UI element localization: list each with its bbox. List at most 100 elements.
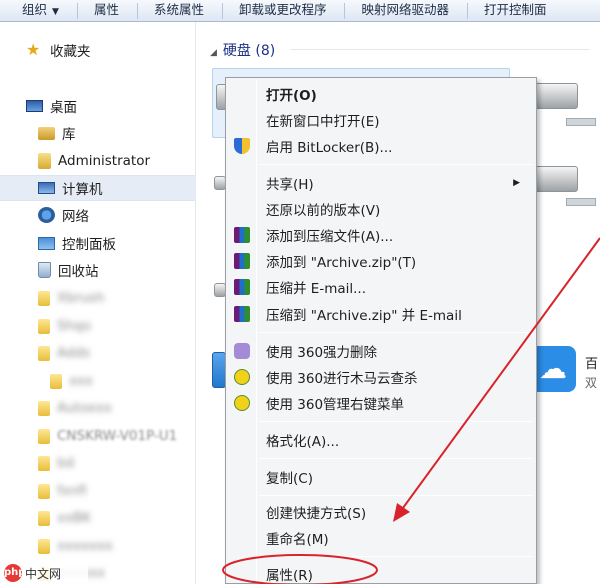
menu-item-label: 使用 360管理右键菜单 bbox=[266, 397, 405, 413]
library-icon bbox=[38, 126, 55, 140]
nav-item-control-panel[interactable]: 控制面板 bbox=[0, 230, 196, 256]
cloud-drive-subtitle: 双 bbox=[585, 376, 598, 390]
folder-icon bbox=[38, 538, 50, 554]
nav-item-folder[interactable]: Xbrush bbox=[0, 285, 196, 311]
nav-item-label: Autoxxx bbox=[57, 400, 112, 416]
menu-item-open-new-window[interactable]: 在新窗口中打开(E) bbox=[228, 108, 534, 132]
menu-item-360-manage[interactable]: 使用 360管理右键菜单 bbox=[228, 391, 534, 415]
nav-item-label: xxx bbox=[69, 373, 93, 389]
menu-item-360-delete[interactable]: 使用 360强力删除 bbox=[228, 339, 534, 363]
menu-item-share[interactable]: 共享(H) ▶ bbox=[228, 171, 534, 195]
nav-item-favorites[interactable]: ★ 收藏夹 bbox=[0, 37, 196, 63]
menu-item-restore[interactable]: 还原以前的版本(V) bbox=[228, 197, 534, 221]
menu-item-label: 使用 360强力删除 bbox=[266, 345, 378, 361]
nav-item-folder[interactable]: xxxxxxx bbox=[0, 533, 196, 559]
folder-icon bbox=[38, 345, 50, 361]
toolbar-map-drive-button[interactable]: 映射网络驱动器 bbox=[345, 0, 449, 22]
nav-item-label: fxnfl bbox=[57, 483, 87, 499]
menu-separator bbox=[259, 421, 533, 422]
menu-item-label: 在新窗口中打开(E) bbox=[266, 114, 380, 130]
php-logo-icon: php bbox=[4, 564, 25, 582]
drive-usage-bar bbox=[566, 118, 596, 126]
nav-item-folder[interactable]: xxx bbox=[0, 368, 196, 394]
toolbar-properties-button[interactable]: 属性 bbox=[78, 0, 119, 22]
menu-item-label: 复制(C) bbox=[266, 471, 313, 487]
folder-icon bbox=[38, 290, 50, 306]
nav-item-label: CNSKRW-V01P-U1 bbox=[57, 428, 178, 444]
menu-separator bbox=[259, 332, 533, 333]
menu-item-label: 共享(H) bbox=[266, 177, 314, 193]
menu-item-label: 压缩到 "Archive.zip" 并 E-mail bbox=[266, 308, 462, 324]
nav-item-administrator[interactable]: Administrator bbox=[0, 148, 196, 174]
nav-item-folder[interactable]: xxBK bbox=[0, 505, 196, 531]
nav-item-desktop[interactable]: 桌面 bbox=[0, 93, 196, 119]
nav-item-folder[interactable]: CNSKRW-V01P-U1 bbox=[0, 423, 196, 449]
winrar-icon bbox=[234, 279, 250, 295]
menu-separator bbox=[259, 556, 533, 557]
winrar-icon bbox=[234, 253, 250, 269]
watermark-text: 中文网 bbox=[25, 566, 62, 581]
menu-item-add-zip[interactable]: 添加到 "Archive.zip"(T) bbox=[228, 249, 534, 273]
menu-item-label: 属性(R) bbox=[266, 568, 313, 584]
360-manage-icon bbox=[234, 395, 250, 411]
nav-item-label: 桌面 bbox=[50, 100, 77, 116]
nav-item-network[interactable]: 网络 bbox=[0, 202, 196, 228]
menu-item-create-shortcut[interactable]: 创建快捷方式(S) bbox=[228, 500, 534, 524]
nav-item-folder[interactable]: fxnfl bbox=[0, 478, 196, 504]
menu-separator bbox=[259, 495, 533, 496]
nav-item-label: xxBK bbox=[57, 510, 92, 526]
nav-item-folder[interactable]: bd bbox=[0, 450, 196, 476]
toolbar-organize-button[interactable]: 组织 ▼ bbox=[0, 0, 59, 22]
menu-item-add-archive[interactable]: 添加到压缩文件(A)... bbox=[228, 223, 534, 247]
nav-item-label: bd bbox=[57, 455, 75, 471]
menu-item-rename[interactable]: 重命名(M) bbox=[228, 526, 534, 550]
hard-disk-group-header[interactable]: ◢ 硬盘 (8) bbox=[210, 40, 275, 60]
menu-item-label: 启用 BitLocker(B)... bbox=[266, 140, 393, 156]
menu-item-copy[interactable]: 复制(C) bbox=[228, 465, 534, 489]
nav-item-recycle-bin[interactable]: 回收站 bbox=[0, 257, 196, 283]
menu-item-label: 创建快捷方式(S) bbox=[266, 506, 367, 522]
star-icon: ★ bbox=[26, 40, 41, 59]
app-icon[interactable] bbox=[212, 352, 226, 388]
menu-item-label: 使用 360进行木马云查杀 bbox=[266, 371, 418, 387]
menu-item-label: 重命名(M) bbox=[266, 532, 329, 548]
folder-icon bbox=[38, 318, 50, 334]
menu-item-open[interactable]: 打开(O) bbox=[228, 82, 534, 106]
hard-drive-icon[interactable] bbox=[532, 83, 578, 109]
folder-icon bbox=[38, 510, 50, 526]
menu-item-label: 压缩并 E-mail... bbox=[266, 281, 366, 297]
menu-item-bitlocker[interactable]: 启用 BitLocker(B)... bbox=[228, 134, 534, 158]
menu-item-format[interactable]: 格式化(A)... bbox=[228, 428, 534, 452]
toolbar-open-control-panel-button[interactable]: 打开控制面 bbox=[468, 0, 547, 22]
context-menu: 打开(O) 在新窗口中打开(E) 启用 BitLocker(B)... 共享(H… bbox=[225, 77, 537, 584]
submenu-arrow-icon: ▶ bbox=[513, 178, 520, 188]
menu-item-compress-zip-email[interactable]: 压缩到 "Archive.zip" 并 E-mail bbox=[228, 302, 534, 326]
drive-usage-bar bbox=[566, 198, 596, 206]
group-title: 硬盘 (8) bbox=[222, 43, 276, 59]
menu-item-360-scan[interactable]: 使用 360进行木马云查杀 bbox=[228, 365, 534, 389]
nav-item-folder[interactable]: Adds bbox=[0, 340, 196, 366]
menu-item-compress-email[interactable]: 压缩并 E-mail... bbox=[228, 275, 534, 299]
nav-item-label: 库 bbox=[62, 127, 76, 143]
nav-item-folder[interactable]: Autoxxx bbox=[0, 395, 196, 421]
toolbar-uninstall-button[interactable]: 卸载或更改程序 bbox=[223, 0, 327, 22]
hard-drive-icon[interactable] bbox=[532, 166, 578, 192]
group-divider bbox=[290, 49, 590, 50]
nav-item-computer[interactable]: 计算机 bbox=[0, 175, 196, 201]
folder-icon bbox=[38, 400, 50, 416]
menu-item-properties[interactable]: 属性(R) bbox=[228, 562, 534, 584]
toolbar-system-properties-button[interactable]: 系统属性 bbox=[138, 0, 204, 22]
navigation-pane: ★ 收藏夹 桌面 库 Administrator 计算机 网络 控制面板 回收站… bbox=[0, 22, 196, 584]
watermark: php 中文网 bbox=[4, 563, 88, 583]
chevron-down-icon: ▼ bbox=[52, 6, 59, 17]
menu-item-label: 格式化(A)... bbox=[266, 434, 340, 450]
network-icon bbox=[38, 207, 55, 223]
nav-item-library[interactable]: 库 bbox=[0, 120, 196, 146]
cloud-drive-name: 百 bbox=[585, 357, 599, 372]
nav-item-label: Administrator bbox=[58, 153, 151, 169]
nav-item-label: 收藏夹 bbox=[50, 44, 91, 60]
winrar-icon bbox=[234, 306, 250, 322]
shield-icon bbox=[234, 138, 250, 154]
nav-item-label: Adds bbox=[57, 345, 91, 361]
nav-item-folder[interactable]: Shqo bbox=[0, 313, 196, 339]
